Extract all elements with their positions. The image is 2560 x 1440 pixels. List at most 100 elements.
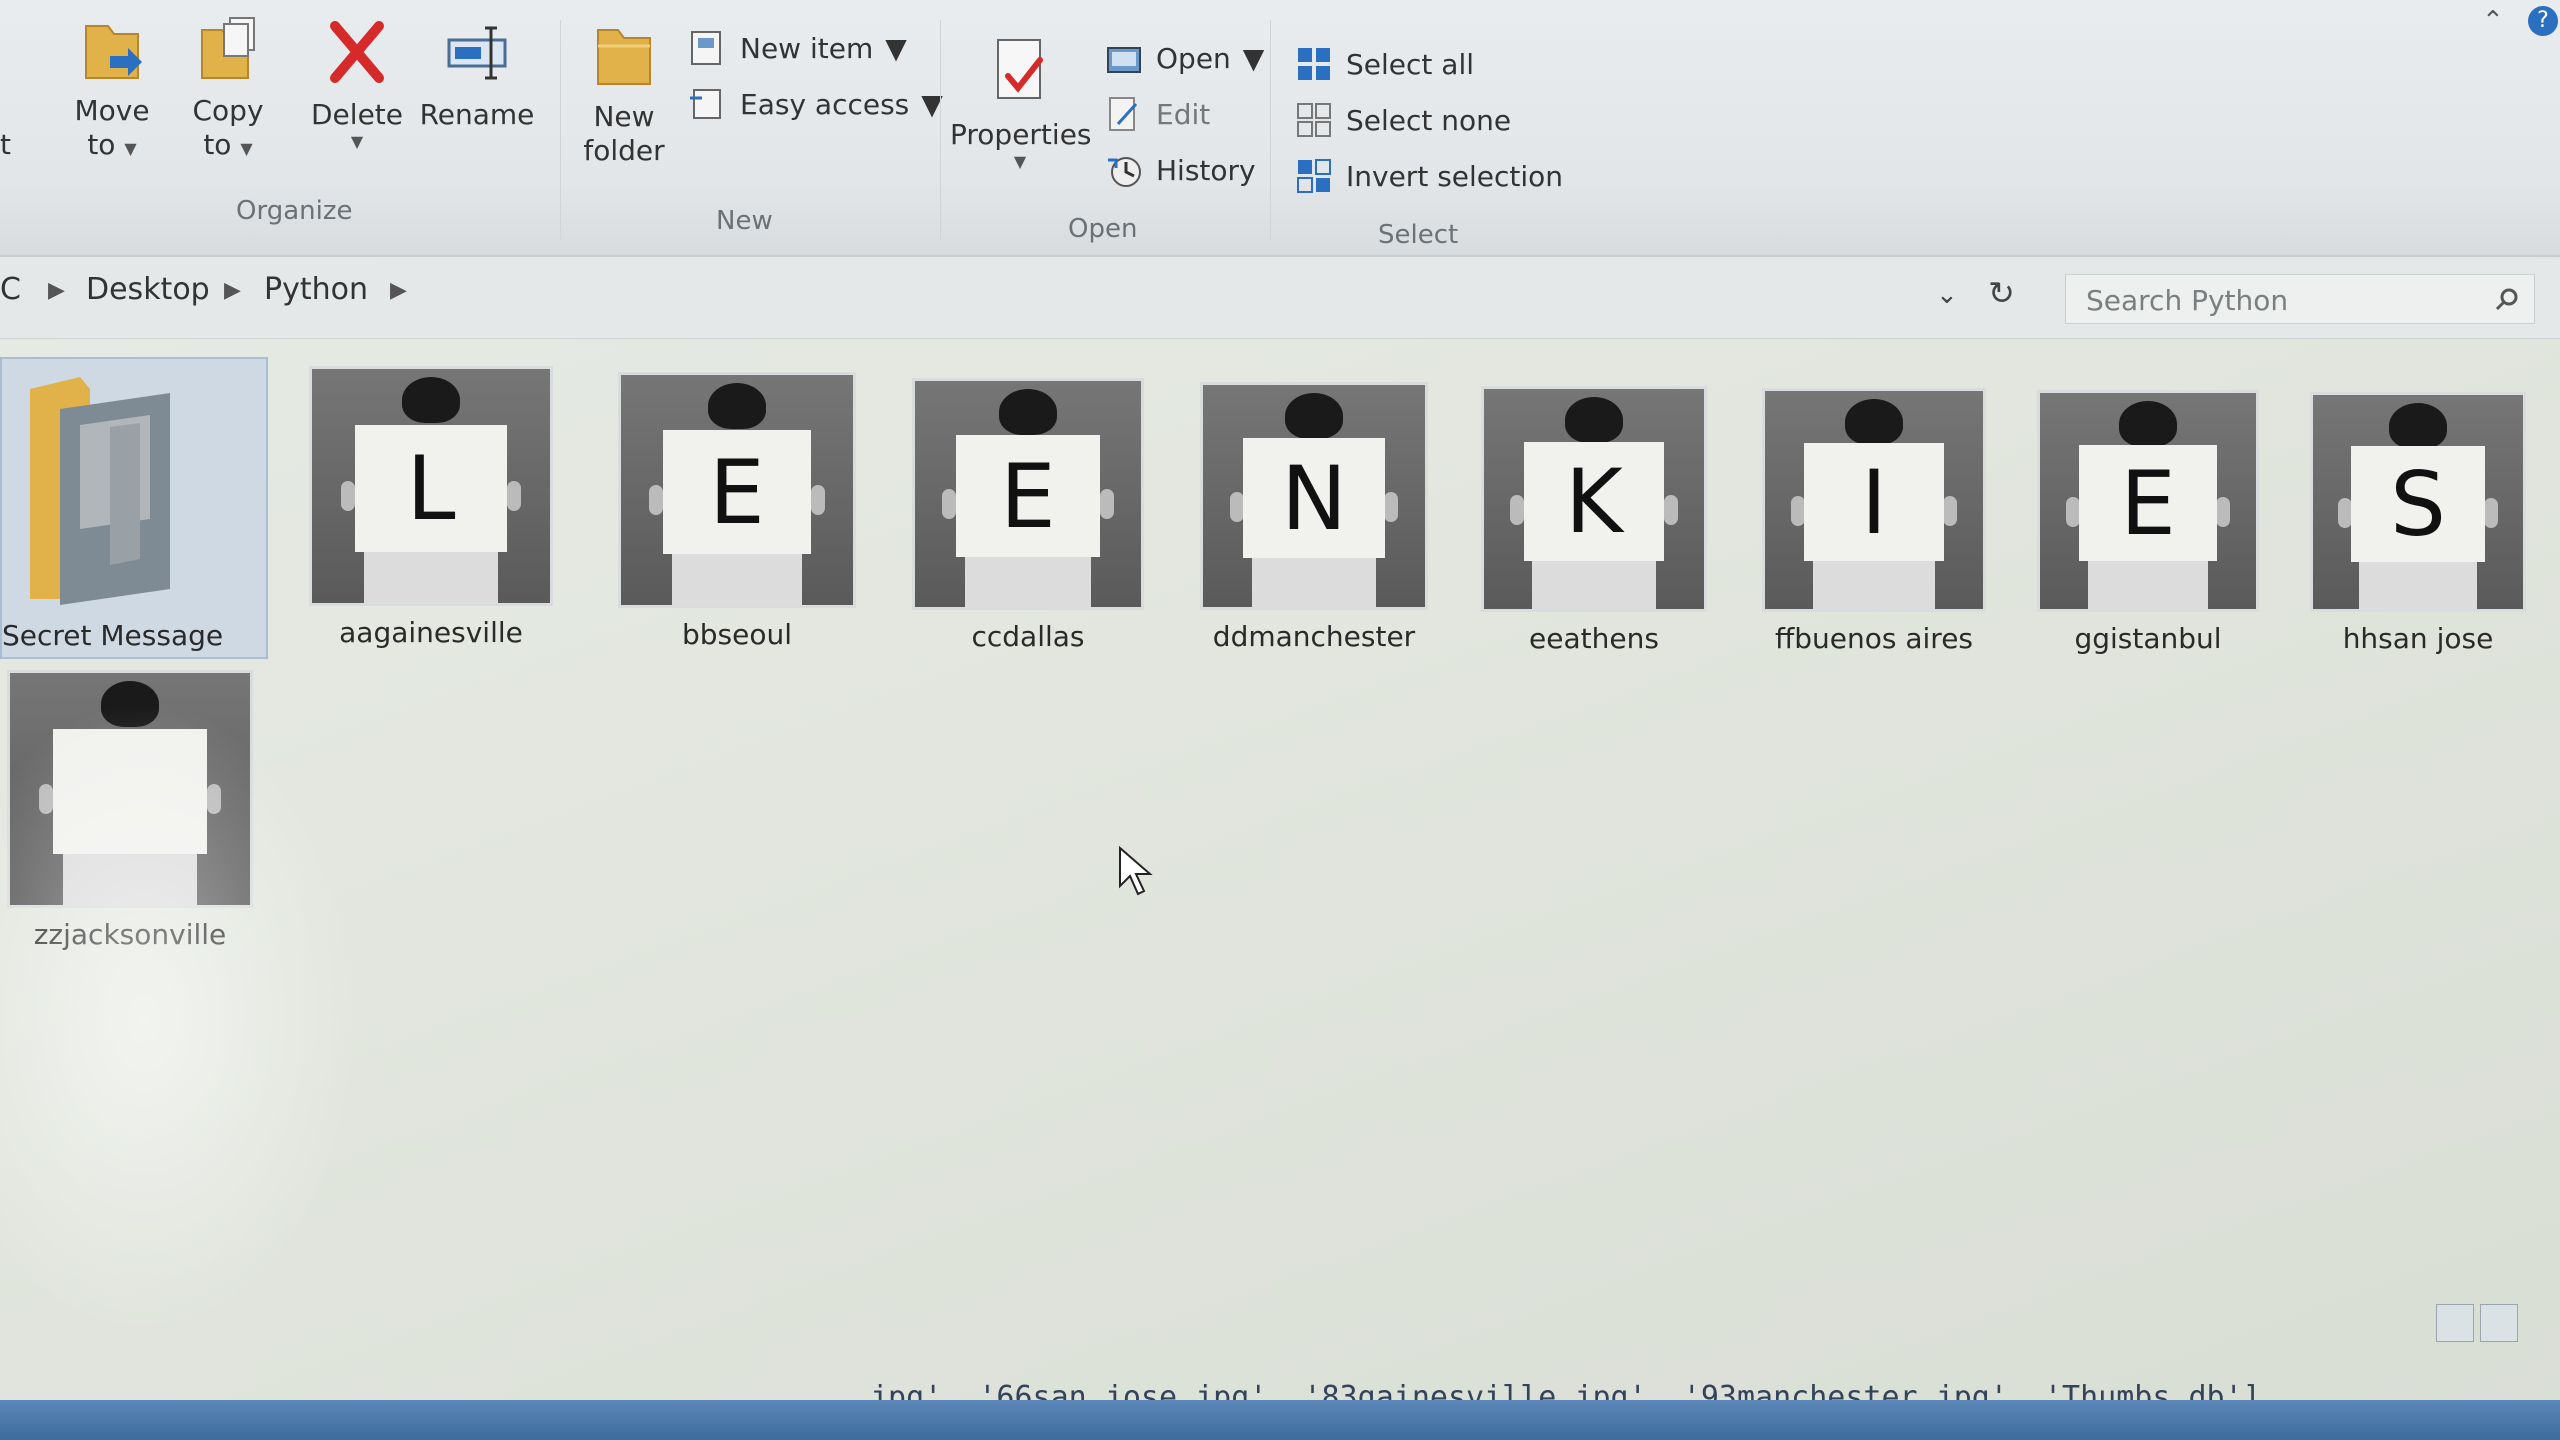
file-item[interactable]: N ddmanchester: [1196, 382, 1432, 653]
history-button[interactable]: History: [1104, 150, 1256, 190]
image-thumbnail: L: [309, 366, 553, 606]
easy-access-label: Easy access: [740, 87, 910, 121]
chevron-right-icon[interactable]: ▶: [390, 278, 407, 303]
properties-button[interactable]: Properties ▼: [950, 36, 1092, 171]
help-icon[interactable]: ?: [2528, 6, 2558, 36]
delete-button[interactable]: Delete ▼: [300, 16, 414, 151]
chevron-down-icon: ▼: [1013, 152, 1027, 171]
image-thumbnail: E: [912, 378, 1144, 610]
breadcrumb-desktop[interactable]: Desktop: [86, 272, 210, 307]
ribbon: t Move to ▼ Copy to ▼ Delete ▼ Rename Or…: [0, 0, 2560, 257]
rename-label: Rename: [419, 98, 535, 131]
new-folder-button[interactable]: New folder: [574, 18, 674, 168]
search-input[interactable]: [2084, 281, 2488, 319]
taskbar: [0, 1400, 2560, 1440]
move-to-button[interactable]: Move to ▼: [64, 12, 160, 166]
rename-button[interactable]: Rename: [414, 16, 540, 132]
properties-label: Properties: [950, 118, 1092, 151]
collapse-ribbon-icon[interactable]: ⌃: [2482, 6, 2504, 36]
delete-label: Delete: [311, 98, 403, 131]
history-dropdown-icon[interactable]: ⌄: [1936, 280, 1958, 310]
chevron-down-icon: ▼: [350, 132, 364, 151]
file-name: zzjacksonville: [33, 918, 227, 951]
details-view-icon[interactable]: [2436, 1304, 2474, 1342]
file-item[interactable]: zzjacksonville: [2, 670, 258, 951]
search-icon[interactable]: [2494, 287, 2520, 313]
delete-icon: [330, 21, 384, 83]
breadcrumb-this-pc[interactable]: C: [0, 272, 21, 307]
open-label: Open: [1156, 41, 1231, 75]
invert-selection-label: Invert selection: [1346, 159, 1564, 193]
chevron-down-icon: ▼: [124, 139, 137, 158]
file-name: ccdallas: [971, 620, 1085, 653]
select-none-icon: [1297, 103, 1331, 137]
chevron-right-icon[interactable]: ▶: [48, 278, 65, 303]
file-item[interactable]: K eeathens: [1478, 386, 1710, 655]
properties-icon: [997, 39, 1043, 99]
file-item[interactable]: E ggistanbul: [2034, 390, 2262, 655]
easy-access-button[interactable]: Easy access ▼: [688, 84, 943, 124]
edit-label: Edit: [1156, 97, 1211, 131]
sign-letter: S: [2350, 446, 2486, 562]
file-name: hhsan jose: [2342, 622, 2494, 655]
breadcrumb-python[interactable]: Python: [264, 272, 368, 307]
copy-to-icon: [201, 17, 255, 79]
file-item[interactable]: E ccdallas: [908, 378, 1148, 653]
image-thumbnail: I: [1762, 388, 1986, 612]
organize-group-label: Organize: [236, 196, 353, 226]
file-item[interactable]: E bbseoul: [612, 372, 862, 651]
sign-letter: K: [1523, 441, 1665, 561]
cut-fragment[interactable]: t: [0, 128, 11, 161]
select-all-icon: [1298, 48, 1330, 80]
image-thumbnail: [7, 670, 253, 908]
file-item[interactable]: S hhsan jose: [2306, 392, 2530, 655]
edit-icon: [1109, 97, 1138, 131]
file-name: ggistanbul: [2074, 622, 2222, 655]
new-item-icon: [691, 31, 721, 65]
history-icon: [1108, 157, 1141, 187]
image-thumbnail: K: [1481, 386, 1707, 612]
copy-to-button[interactable]: Copy to ▼: [180, 12, 276, 166]
open-button[interactable]: Open ▼: [1104, 38, 1264, 78]
file-name: aagainesville: [339, 616, 523, 649]
group-divider: [940, 20, 941, 240]
copy-to-label-1: Copy: [192, 94, 264, 127]
chevron-down-icon: ▼: [1242, 41, 1265, 75]
invert-selection-icon: [1297, 159, 1331, 193]
sign-letter: E: [662, 430, 812, 555]
file-name: Secret Message: [2, 619, 224, 652]
group-divider: [1270, 20, 1271, 240]
file-item[interactable]: L aagainesville: [306, 366, 556, 649]
select-all-label: Select all: [1346, 47, 1474, 81]
copy-to-label-2: to: [203, 128, 232, 161]
new-item-button[interactable]: New item ▼: [688, 28, 907, 68]
new-item-label: New item: [740, 31, 874, 65]
folder-icon: [30, 377, 170, 605]
move-to-icon: [85, 25, 142, 79]
chevron-right-icon[interactable]: ▶: [224, 278, 241, 303]
select-all-button[interactable]: Select all: [1294, 44, 1474, 84]
image-thumbnail: S: [2310, 392, 2526, 612]
file-item-folder[interactable]: Secret Message: [0, 357, 268, 659]
sign-letter: I: [1804, 443, 1944, 562]
open-group-label: Open: [1068, 214, 1138, 244]
file-name: ffbuenos aires: [1774, 622, 1974, 655]
search-box: [2065, 274, 2535, 324]
edit-button[interactable]: Edit: [1104, 94, 1210, 134]
group-divider: [560, 20, 561, 240]
sign-letter: N: [1242, 438, 1386, 559]
file-name: bbseoul: [681, 618, 793, 651]
select-group-label: Select: [1378, 220, 1459, 250]
image-thumbnail: E: [618, 372, 856, 608]
image-thumbnail: N: [1200, 382, 1428, 610]
select-none-button[interactable]: Select none: [1294, 100, 1511, 140]
refresh-icon[interactable]: ↻: [1988, 274, 2015, 312]
chevron-down-icon: ▼: [240, 139, 253, 158]
open-icon: [1107, 47, 1141, 73]
move-to-label-2: to: [87, 128, 116, 161]
image-thumbnail: E: [2037, 390, 2259, 612]
file-item[interactable]: I ffbuenos aires: [1758, 388, 1990, 655]
invert-selection-button[interactable]: Invert selection: [1294, 156, 1563, 196]
large-icons-view-icon[interactable]: [2480, 1304, 2518, 1342]
new-folder-label-2: folder: [583, 134, 665, 167]
